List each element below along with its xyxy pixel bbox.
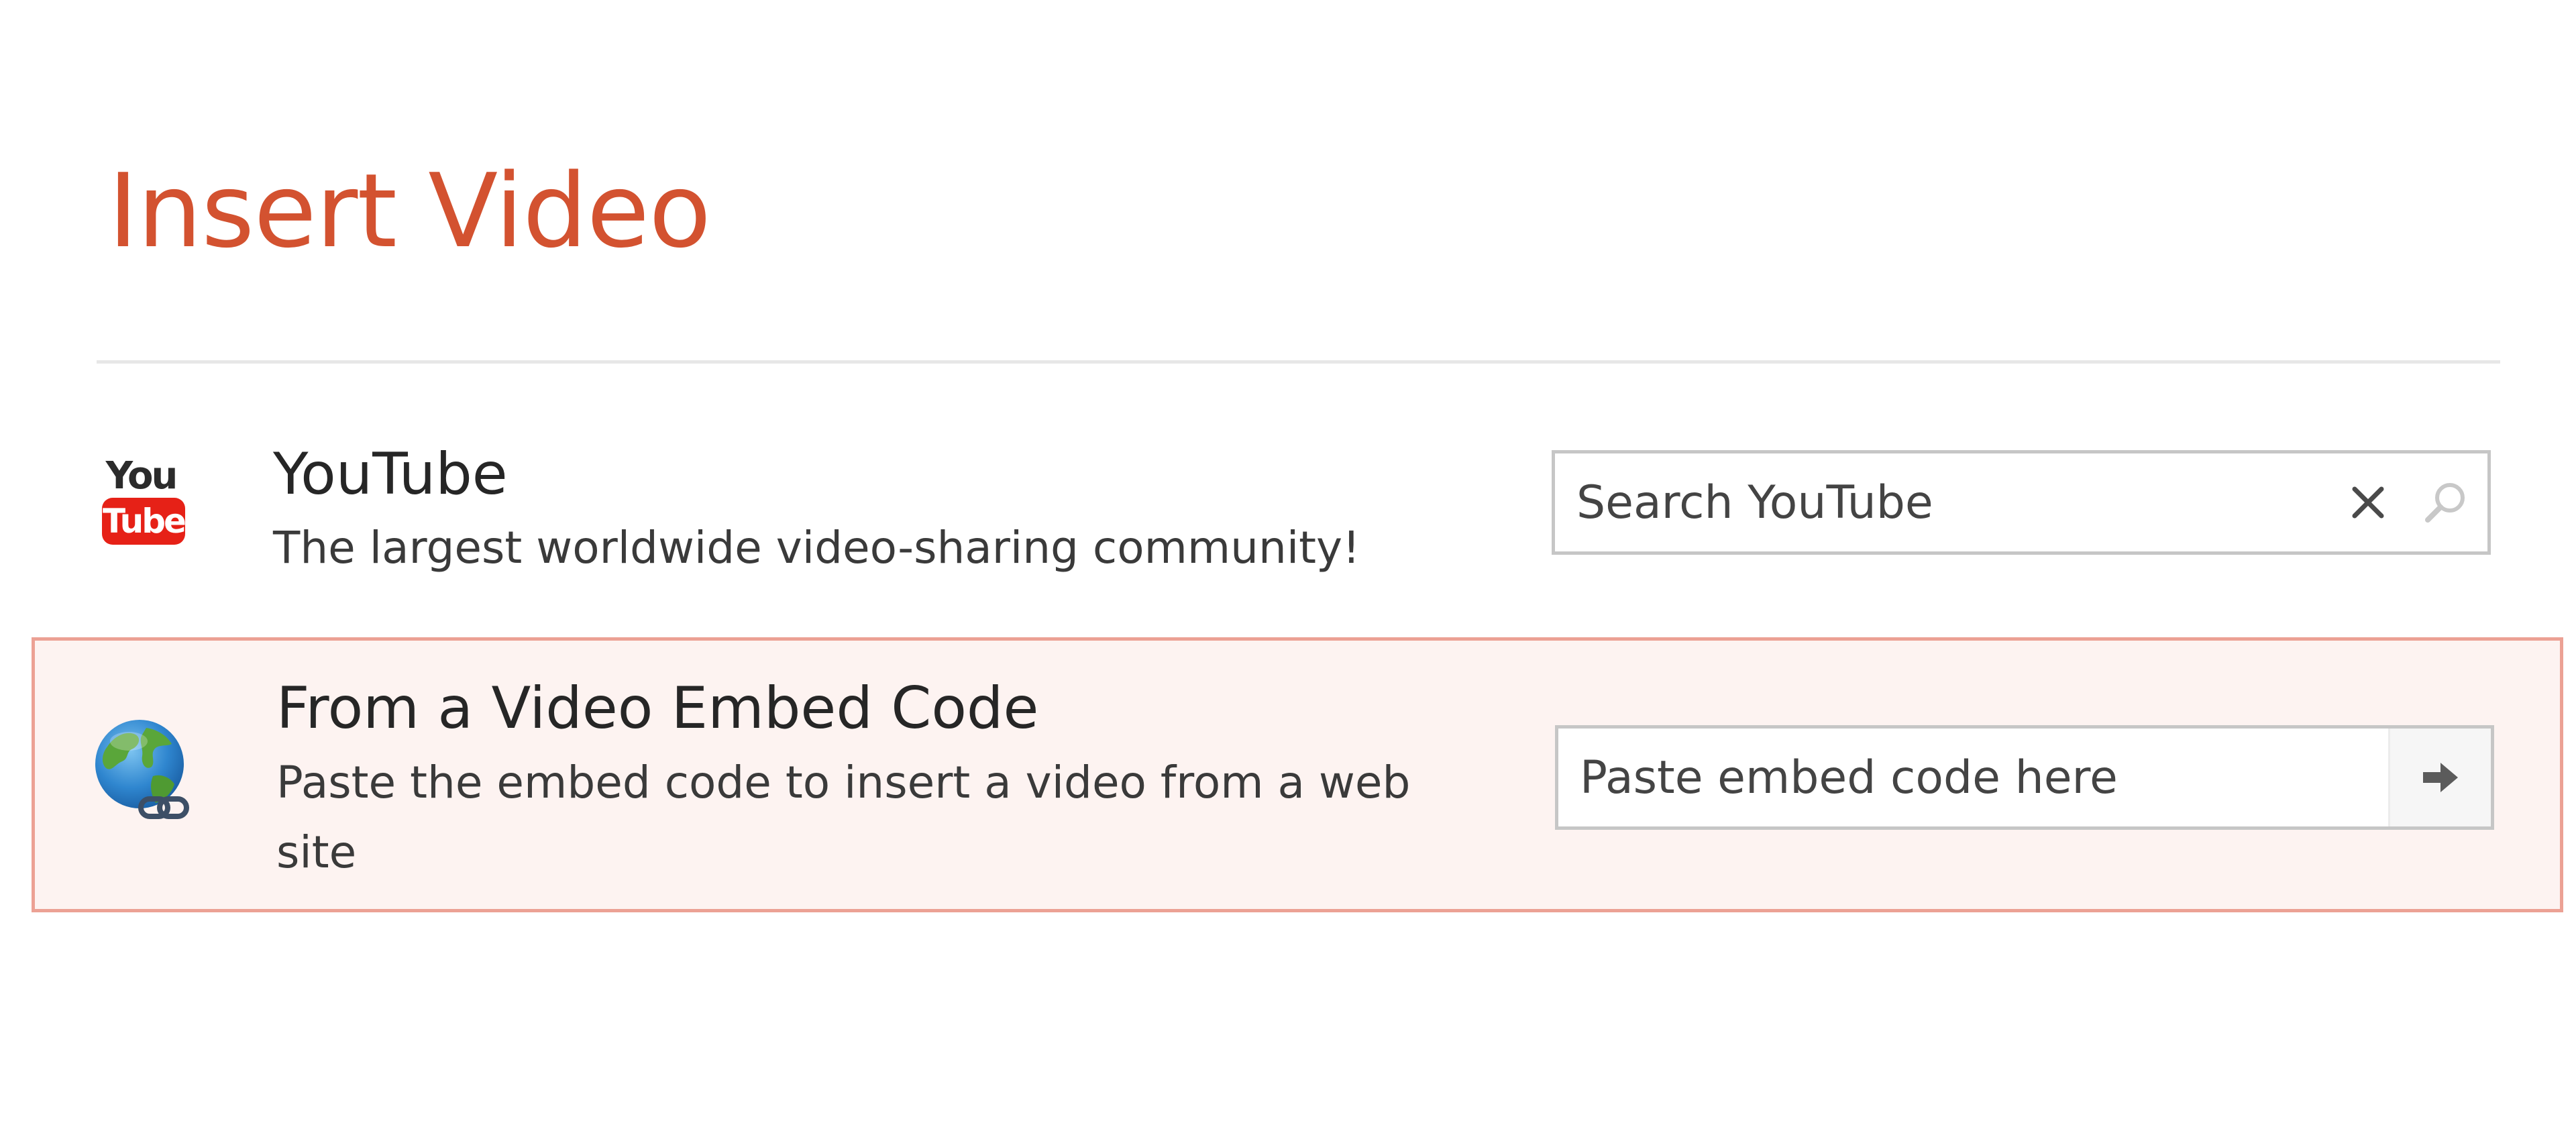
- search-icon: [2425, 483, 2465, 523]
- youtube-logo-tube: Tube: [103, 502, 185, 541]
- embed-code-box: [1555, 725, 2494, 830]
- provider-description-youtube: The largest worldwide video-sharing comm…: [273, 522, 1360, 574]
- provider-row-youtube[interactable]: You Tube YouTube The largest worldwide v…: [0, 429, 2576, 624]
- arrow-right-icon: [2423, 763, 2458, 792]
- close-icon: [2352, 486, 2384, 519]
- youtube-search-input[interactable]: [1555, 453, 2328, 551]
- provider-name-embed-code: From a Video Embed Code: [276, 675, 1039, 742]
- provider-row-embed-code[interactable]: From a Video Embed Code Paste the embed …: [32, 637, 2563, 912]
- dialog-title: Insert Video: [108, 152, 711, 270]
- youtube-search-box: [1552, 450, 2491, 555]
- youtube-logo-you: You: [105, 454, 176, 498]
- globe-link-icon: [89, 714, 199, 825]
- clear-search-button[interactable]: [2328, 453, 2408, 551]
- search-button[interactable]: [2408, 453, 2482, 551]
- provider-description-embed-code: Paste the embed code to insert a video f…: [276, 757, 1411, 878]
- insert-embed-button[interactable]: [2388, 729, 2491, 826]
- title-divider: [97, 360, 2500, 364]
- provider-name-youtube: YouTube: [273, 441, 508, 508]
- insert-video-dialog: Insert Video You Tube YouTube The larges…: [0, 0, 2576, 1129]
- youtube-logo-icon: You Tube: [99, 447, 195, 547]
- embed-code-input[interactable]: [1558, 729, 2388, 826]
